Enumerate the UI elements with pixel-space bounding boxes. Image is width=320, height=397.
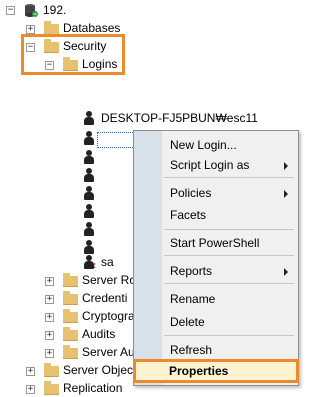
- menu-item-policies[interactable]: Policies: [170, 183, 290, 203]
- menu-separator: [164, 229, 294, 230]
- folder-icon: [63, 345, 78, 359]
- submenu-arrow-icon: [284, 268, 288, 276]
- user-icon: [84, 111, 94, 125]
- submenu-arrow-icon: [284, 162, 288, 170]
- login-label: DESKTOP-FJ5PBUN₩esc11: [101, 111, 258, 125]
- credentials-label: Credenti: [82, 291, 128, 305]
- menu-item-reports[interactable]: Reports: [170, 261, 290, 281]
- folder-icon: [63, 273, 78, 287]
- expand-icon[interactable]: +: [45, 277, 54, 286]
- menu-item-refresh[interactable]: Refresh: [170, 340, 290, 360]
- login-item-sa[interactable]: × sa: [0, 253, 120, 272]
- cryptographic-label: Cryptogra: [82, 309, 135, 323]
- folder-icon: [63, 327, 78, 341]
- menu-item-facets[interactable]: Facets: [170, 205, 290, 225]
- highlight-box-security: [21, 34, 125, 75]
- login-item[interactable]: [84, 166, 98, 184]
- menu-separator: [164, 177, 294, 178]
- tree-node-server-objects[interactable]: + Server Object: [0, 361, 137, 379]
- expand-icon[interactable]: +: [26, 25, 35, 34]
- menu-item-rename[interactable]: Rename: [170, 289, 290, 309]
- expand-icon[interactable]: +: [45, 331, 54, 340]
- login-item[interactable]: [84, 202, 98, 220]
- folder-icon: [63, 309, 78, 323]
- properties-label: Properties: [169, 364, 229, 378]
- collapse-icon[interactable]: −: [6, 6, 15, 15]
- expand-icon[interactable]: +: [45, 313, 54, 322]
- user-icon: [84, 240, 94, 254]
- menu-separator: [164, 283, 294, 284]
- expand-icon[interactable]: +: [26, 385, 35, 394]
- context-menu: New Login... Script Login as Policies Fa…: [133, 130, 299, 386]
- user-icon: [84, 222, 94, 236]
- tree-node-server-roles[interactable]: + Server Ro: [0, 271, 137, 289]
- replication-label: Replication: [63, 381, 123, 395]
- menu-item-delete[interactable]: Delete: [170, 312, 290, 332]
- folder-icon: [44, 381, 59, 395]
- folder-icon: [63, 291, 78, 305]
- user-icon: [84, 186, 94, 200]
- tree-node-credentials[interactable]: + Credenti: [0, 289, 133, 307]
- server-node-label: 192.: [43, 3, 67, 17]
- expand-icon[interactable]: +: [45, 295, 54, 304]
- submenu-arrow-icon: [284, 190, 288, 198]
- user-icon: [84, 204, 94, 218]
- menu-separator: [164, 255, 294, 256]
- tree-node-server[interactable]: − 192.: [0, 1, 100, 19]
- menu-item-start-powershell[interactable]: Start PowerShell: [170, 233, 290, 253]
- menu-item-properties[interactable]: Properties: [133, 359, 299, 383]
- selected-item-focus[interactable]: [97, 132, 135, 148]
- tree-node-replication[interactable]: + Replication: [0, 379, 133, 397]
- disabled-user-icon: ×: [84, 255, 96, 272]
- menu-item-script-login-as[interactable]: Script Login as: [170, 155, 290, 175]
- folder-icon: [44, 363, 59, 377]
- expand-icon[interactable]: +: [26, 367, 35, 376]
- user-icon: [84, 150, 94, 164]
- menu-item-new-login[interactable]: New Login...: [170, 135, 290, 155]
- login-item[interactable]: [84, 184, 98, 202]
- menu-icon-gutter: [134, 131, 162, 385]
- login-item[interactable]: [84, 129, 98, 147]
- user-icon: [84, 131, 94, 145]
- login-sa-label: sa: [101, 255, 114, 269]
- server-database-icon: [24, 3, 38, 17]
- tree-node-audits[interactable]: + Audits: [0, 325, 133, 343]
- tree-node-cryptographic[interactable]: + Cryptogra: [0, 307, 135, 325]
- server-objects-label: Server Object: [63, 363, 137, 377]
- server-roles-label: Server Ro: [82, 273, 137, 287]
- menu-separator: [164, 335, 294, 336]
- expand-icon[interactable]: +: [45, 349, 54, 358]
- login-item[interactable]: [84, 220, 98, 238]
- login-item[interactable]: DESKTOP-FJ5PBUN₩esc11: [0, 109, 260, 127]
- server-audit-specs-label: Server Au: [82, 345, 135, 359]
- tree-node-server-audit-specs[interactable]: + Server Au: [0, 343, 135, 361]
- audits-label: Audits: [82, 327, 116, 341]
- user-icon: [84, 168, 94, 182]
- login-item[interactable]: [84, 148, 98, 166]
